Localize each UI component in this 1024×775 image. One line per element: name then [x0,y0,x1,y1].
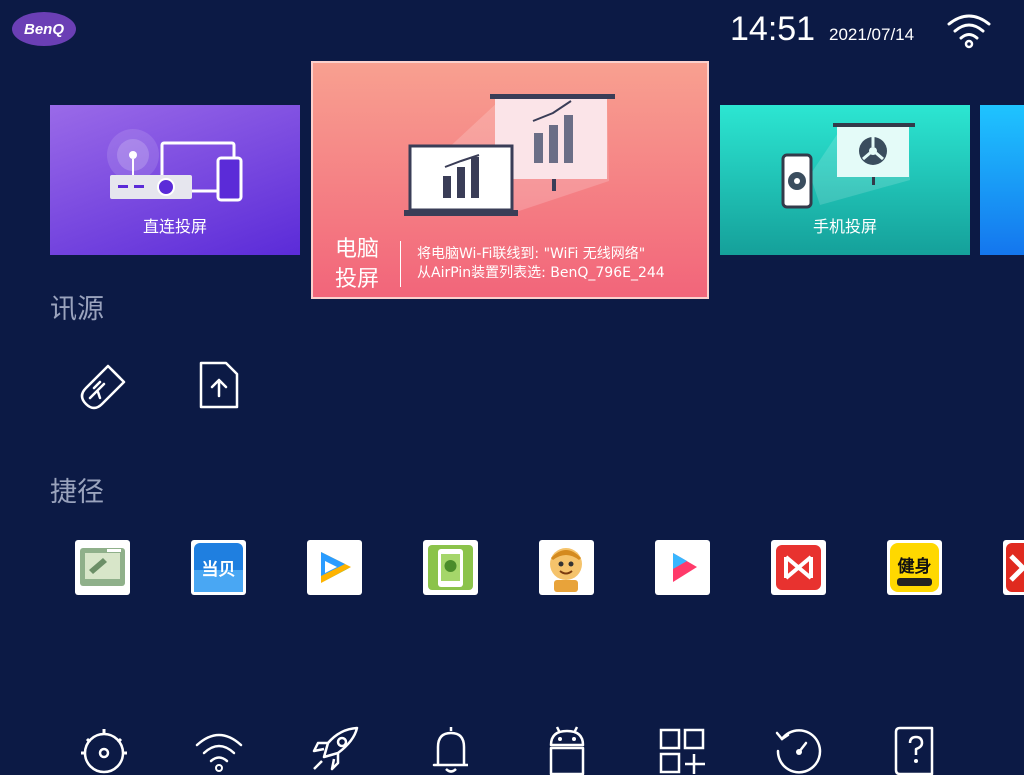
pc-cast-title-line2: 投屏 [335,267,380,292]
phone-cast-label: 手机投屏 [812,217,877,236]
fitness-app-icon[interactable]: 健身 [887,540,942,595]
red-app-icon[interactable] [1003,540,1024,595]
dangbei-app-icon[interactable]: 当贝 [191,540,246,595]
sources-section-title: 讯源 [50,294,104,325]
pc-cast-desc-line2: 从AirPin装置列表选: BenQ_796E_244 [417,265,665,281]
pc-cast-title-line1: 电脑 [335,237,380,262]
shortcuts-section-title: 捷径 [50,477,104,508]
brand-text: BenQ [23,20,64,38]
phone-presentation-icon [781,123,915,209]
benq-logo: BenQ [12,12,76,46]
clock-date: 2021/07/14 [829,25,915,44]
pc-cast-divider [400,241,401,287]
partial-card[interactable] [980,105,1024,255]
pc-cast-title: 电脑 投屏 [335,235,379,295]
tencent-video-app-icon[interactable] [307,540,362,595]
laptop-presentation-icon [404,94,615,216]
video-play-app-icon[interactable] [655,540,710,595]
pc-cast-card[interactable]: 电脑 投屏 将电脑Wi-Fi联线到: "WiFi 无线网络" 从AirPin装置… [311,61,709,299]
direct-cast-label: 直连投屏 [142,217,207,236]
phone-cast-card[interactable]: 手机投屏 [720,105,970,255]
fitness-app-text: 健身 [897,557,932,577]
wps-app-icon[interactable] [771,540,826,595]
android-mirror-app-icon[interactable] [423,540,478,595]
monkey-king-app-icon[interactable] [539,540,594,595]
screen-mirror-app-icon[interactable] [75,540,130,595]
direct-cast-card[interactable]: 直连投屏 [50,105,300,255]
pc-cast-description: 将电脑Wi-Fi联线到: "WiFi 无线网络" 从AirPin装置列表选: B… [417,245,665,283]
dangbei-app-text: 当贝 [201,560,236,580]
projector-devices-icon [107,129,243,202]
clock-time: 14:51 [730,10,816,48]
usb-drive-icon[interactable] [76,358,132,414]
pc-cast-desc-line1: 将电脑Wi-Fi联线到: "WiFi 无线网络" [417,246,646,262]
wifi-icon[interactable] [945,12,993,50]
file-upload-icon[interactable] [198,360,240,410]
